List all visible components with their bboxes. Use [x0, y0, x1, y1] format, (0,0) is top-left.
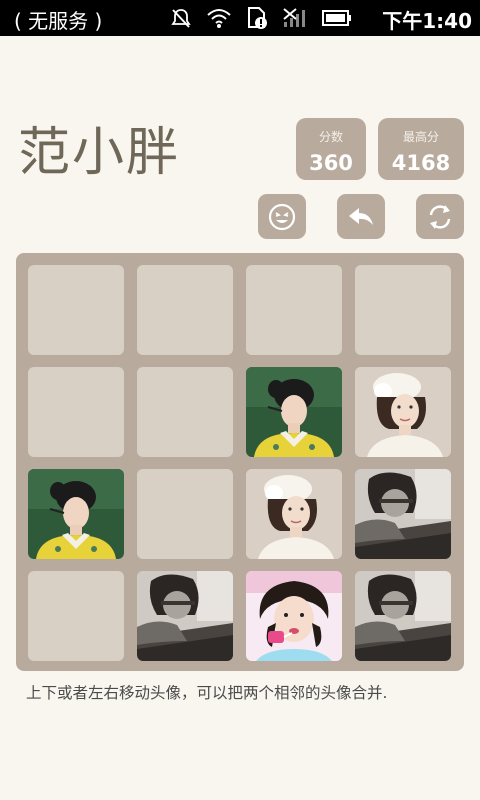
- tile-portrait-white-hat: [246, 469, 342, 559]
- mute-icon: [171, 9, 191, 28]
- empty-cell: [137, 367, 233, 457]
- current-score-box: 分数 360: [296, 118, 366, 180]
- undo-button[interactable]: [337, 194, 385, 239]
- wifi-icon: [207, 9, 231, 28]
- tile-portrait-yellow-dress: [246, 367, 342, 457]
- empty-cell: [28, 265, 124, 355]
- best-score-label: 最高分: [402, 130, 439, 144]
- tile-portrait-grey-warrior: [355, 469, 451, 559]
- current-score-value: 360: [309, 151, 353, 175]
- clock: 下午1:40: [382, 9, 472, 33]
- instruction-text: 上下或者左右移动头像，可以把两个相邻的头像合并.: [26, 684, 388, 702]
- empty-cell: [137, 469, 233, 559]
- empty-cell: [137, 265, 233, 355]
- smiley-icon: [268, 203, 296, 230]
- game-board[interactable]: [16, 253, 464, 671]
- current-score-label: 分数: [318, 130, 343, 144]
- restart-icon: [429, 204, 451, 229]
- empty-cell: [28, 367, 124, 457]
- no-signal-icon: [283, 8, 305, 27]
- status-icons: [170, 6, 352, 30]
- tile-portrait-white-hat: [355, 367, 451, 457]
- emoji-button[interactable]: [258, 194, 306, 239]
- empty-cell: [355, 265, 451, 355]
- tile-portrait-pink-lollipop: [246, 571, 342, 661]
- best-score-value: 4168: [391, 151, 451, 175]
- restart-button[interactable]: [416, 194, 464, 239]
- tile-portrait-grey-warrior: [355, 571, 451, 661]
- status-bar: ( 无服务 ) 下午1:40: [0, 0, 480, 36]
- game-title: 范小胖: [18, 123, 181, 183]
- undo-icon: [349, 207, 373, 225]
- carrier-label: ( 无服务 ): [14, 9, 103, 33]
- tile-portrait-yellow-dress: [28, 469, 124, 559]
- tile-portrait-grey-warrior: [137, 571, 233, 661]
- empty-cell: [28, 571, 124, 661]
- empty-cell: [246, 265, 342, 355]
- sim-icon: [248, 7, 267, 29]
- battery-icon: [322, 10, 351, 26]
- best-score-box: 最高分 4168: [378, 118, 464, 180]
